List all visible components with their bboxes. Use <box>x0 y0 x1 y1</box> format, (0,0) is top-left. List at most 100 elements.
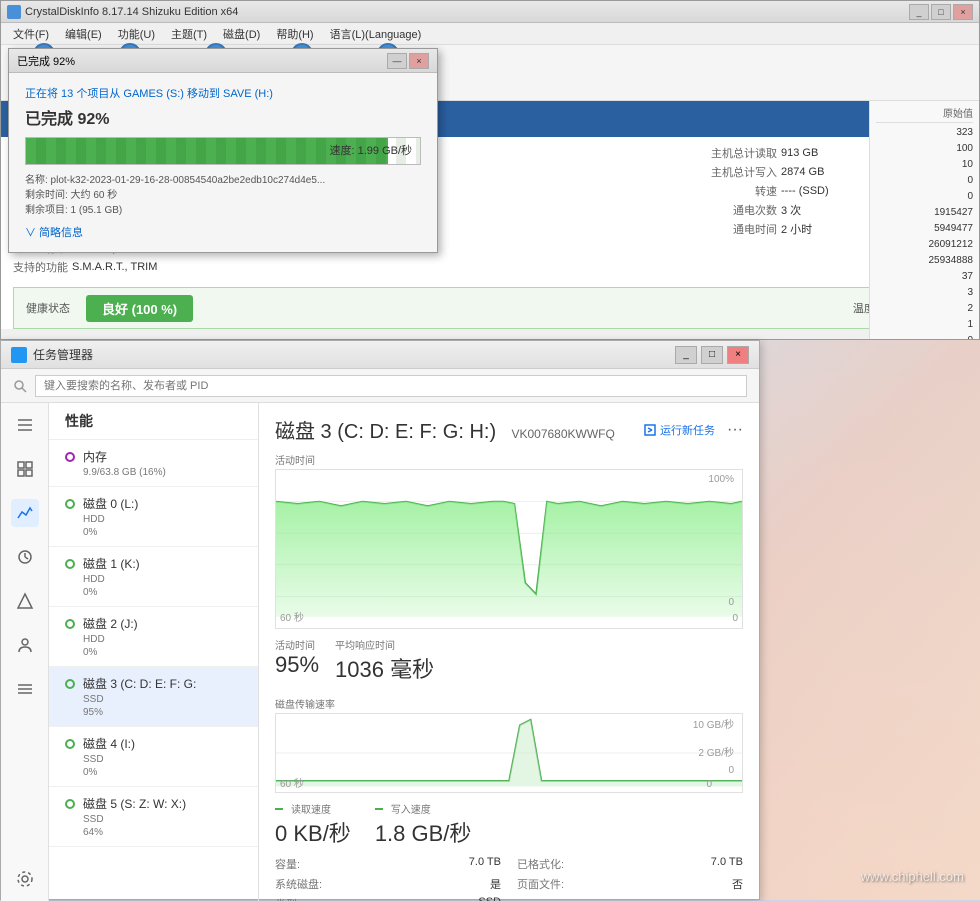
sidebar-startup[interactable] <box>11 587 39 615</box>
activity-time-graph-label: 活动时间 <box>275 452 743 467</box>
perf-header: 磁盘 3 (C: D: E: F: G: H:) VK007680KWWFQ 运… <box>275 415 743 444</box>
formatted-row: 已格式化: 7.0 TB <box>517 856 743 872</box>
avg-response-stat: 平均响应时间 1036 毫秒 <box>335 637 434 684</box>
transfer-rate-label: 磁盘传输速率 <box>275 696 743 711</box>
tm-disk-list-item[interactable]: 磁盘 4 (I:) SSD 0% <box>49 727 258 787</box>
raw-values-header: 原始值 <box>876 105 973 123</box>
app-title: CrystalDiskInfo 8.17.14 Shizuku Edition … <box>25 6 909 18</box>
tm-disk-list-item[interactable]: 磁盘 0 (L:) HDD 0% <box>49 487 258 547</box>
copy-percent: 已完成 92% <box>25 105 421 129</box>
raw-value-row: 0 <box>876 173 973 189</box>
watermark: www.chiphell.com <box>861 869 964 884</box>
tm-sidebar <box>1 403 49 901</box>
more-options-button[interactable]: ··· <box>727 421 743 439</box>
tm-stats-row: 活动时间 95% 平均响应时间 1036 毫秒 <box>275 637 743 684</box>
raw-value-row: 26091212 <box>876 237 973 253</box>
disk-details-grid: 容量: 7.0 TB 已格式化: 7.0 TB 系统磁盘: 是 页面文件: 否 … <box>275 856 743 901</box>
graph2-y-bottom: 0 <box>728 765 734 776</box>
raw-value-row: 1915427 <box>876 205 973 221</box>
sidebar-details[interactable] <box>11 675 39 703</box>
sys-disk-row: 系统磁盘: 是 <box>275 876 501 892</box>
tm-disk-list-item[interactable]: 磁盘 5 (S: Z: W: X:) SSD 64% <box>49 787 258 847</box>
sidebar-users[interactable] <box>11 631 39 659</box>
active-time-stat: 活动时间 95% <box>275 637 319 684</box>
raw-value-row: 323 <box>876 125 973 141</box>
menu-function[interactable]: 功能(U) <box>110 24 163 44</box>
tm-disk-list-item[interactable]: 内存 9.9/63.8 GB (16%) <box>49 440 258 487</box>
perf-disk-subtitle: VK007680KWWFQ <box>511 427 614 441</box>
progress-container: 速度: 1.99 GB/秒 <box>25 137 421 165</box>
graph2-y-mid: 2 GB/秒 <box>698 744 734 759</box>
graph1-x-left: 60 秒 <box>280 609 304 624</box>
transfer-graph: 10 GB/秒 2 GB/秒 0 60 秒 0 <box>275 713 743 793</box>
perf-disk-title: 磁盘 3 (C: D: E: F: G: H:) <box>275 421 496 443</box>
tm-disk-list-item[interactable]: 磁盘 3 (C: D: E: F: G: SSD 95% <box>49 667 258 727</box>
search-icon <box>13 379 27 393</box>
graph1-x-right: 0 <box>732 613 738 624</box>
taskmanager-window: 任务管理器 _ □ × <box>0 340 760 900</box>
copy-dialog-minimize[interactable]: — <box>387 53 407 69</box>
capacity-row: 容量: 7.0 TB <box>275 856 501 872</box>
tm-minimize[interactable]: _ <box>675 346 697 364</box>
sidebar-history[interactable] <box>11 543 39 571</box>
raw-value-row: 1 <box>876 317 973 333</box>
menu-language[interactable]: 语言(L)(Language) <box>322 24 430 44</box>
menu-theme[interactable]: 主题(T) <box>163 24 215 44</box>
raw-value-row: 0 <box>876 189 973 205</box>
graph2-x-right: 0 <box>706 779 712 790</box>
graph2-x-left: 60 秒 <box>280 775 304 790</box>
perf-actions: 运行新任务 ··· <box>644 421 743 439</box>
minimize-button[interactable]: _ <box>909 4 929 20</box>
window-controls: _ □ × <box>909 4 973 20</box>
graph1-y-top: 100% <box>708 474 734 485</box>
graph1-y-bottom: 0 <box>728 597 734 608</box>
search-input[interactable] <box>35 375 747 397</box>
copy-items-left: 剩余项目: 1 (95.1 GB) <box>25 201 421 216</box>
speed-section: 读取速度 0 KB/秒 写入速度 1.8 GB/秒 <box>275 801 743 848</box>
taskmanager-title: 任务管理器 <box>33 346 675 363</box>
transfer-graph-svg <box>276 714 742 792</box>
graph2-y-top: 10 GB/秒 <box>693 716 734 731</box>
taskmanager-icon <box>11 347 27 363</box>
tm-disk-list-item[interactable]: 磁盘 1 (K:) HDD 0% <box>49 547 258 607</box>
tm-close[interactable]: × <box>727 346 749 364</box>
activity-graph: 100% 0 60 秒 0 <box>275 469 743 629</box>
taskmanager-titlebar: 任务管理器 _ □ × <box>1 341 759 369</box>
sidebar-hamburger[interactable] <box>11 411 39 439</box>
raw-value-row: 10 <box>876 157 973 173</box>
maximize-button[interactable]: □ <box>931 4 951 20</box>
copy-progress-dialog: 已完成 92% — × 正在将 13 个项目从 GAMES (S:) 移动到 S… <box>8 48 438 253</box>
tm-body: 性能 内存 9.9/63.8 GB (16%) 磁盘 0 (L:) HDD 0%… <box>1 403 759 901</box>
copy-dialog-close[interactable]: × <box>409 53 429 69</box>
raw-value-row: 0 <box>876 333 973 339</box>
menu-help[interactable]: 帮助(H) <box>268 24 321 44</box>
page-file-row: 页面文件: 否 <box>517 876 743 892</box>
features-row: 支持的功能 S.M.A.R.T., TRIM <box>13 259 687 275</box>
sidebar-performance[interactable] <box>11 499 39 527</box>
read-speed-item: 读取速度 0 KB/秒 <box>275 801 351 848</box>
copy-time-left: 剩余时间: 大约 60 秒 <box>25 186 421 201</box>
sidebar-settings[interactable] <box>11 865 39 893</box>
tm-disk-list-item[interactable]: 磁盘 2 (J:) HDD 0% <box>49 607 258 667</box>
raw-value-row: 37 <box>876 269 973 285</box>
crystaldiskinfo-titlebar: CrystalDiskInfo 8.17.14 Shizuku Edition … <box>1 1 979 23</box>
tm-performance-panel: 磁盘 3 (C: D: E: F: G: H:) VK007680KWWFQ 运… <box>259 403 759 901</box>
sidebar-processes[interactable] <box>11 455 39 483</box>
close-button[interactable]: × <box>953 4 973 20</box>
raw-value-row: 3 <box>876 285 973 301</box>
raw-value-row: 2 <box>876 301 973 317</box>
raw-value-row: 25934888 <box>876 253 973 269</box>
tm-maximize[interactable]: □ <box>701 346 723 364</box>
activity-graph-svg <box>276 470 742 628</box>
progress-speed: 速度: 1.99 GB/秒 <box>329 142 412 158</box>
menu-edit[interactable]: 编辑(E) <box>57 24 110 44</box>
copy-dialog-title: 已完成 92% <box>17 53 387 69</box>
run-new-task-button[interactable]: 运行新任务 <box>644 422 715 438</box>
write-speed-item: 写入速度 1.8 GB/秒 <box>375 801 472 848</box>
copy-filename: 名称: plot-k32-2023-01-29-16-28-00854540a2… <box>25 171 421 186</box>
raw-value-row: 5949477 <box>876 221 973 237</box>
menu-file[interactable]: 文件(F) <box>5 24 57 44</box>
copy-expand-button[interactable]: ∨ 简略信息 <box>25 224 421 240</box>
copy-dialog-body: 正在将 13 个项目从 GAMES (S:) 移动到 SAVE (H:) 已完成… <box>9 73 437 252</box>
menu-disk[interactable]: 磁盘(D) <box>215 24 268 44</box>
